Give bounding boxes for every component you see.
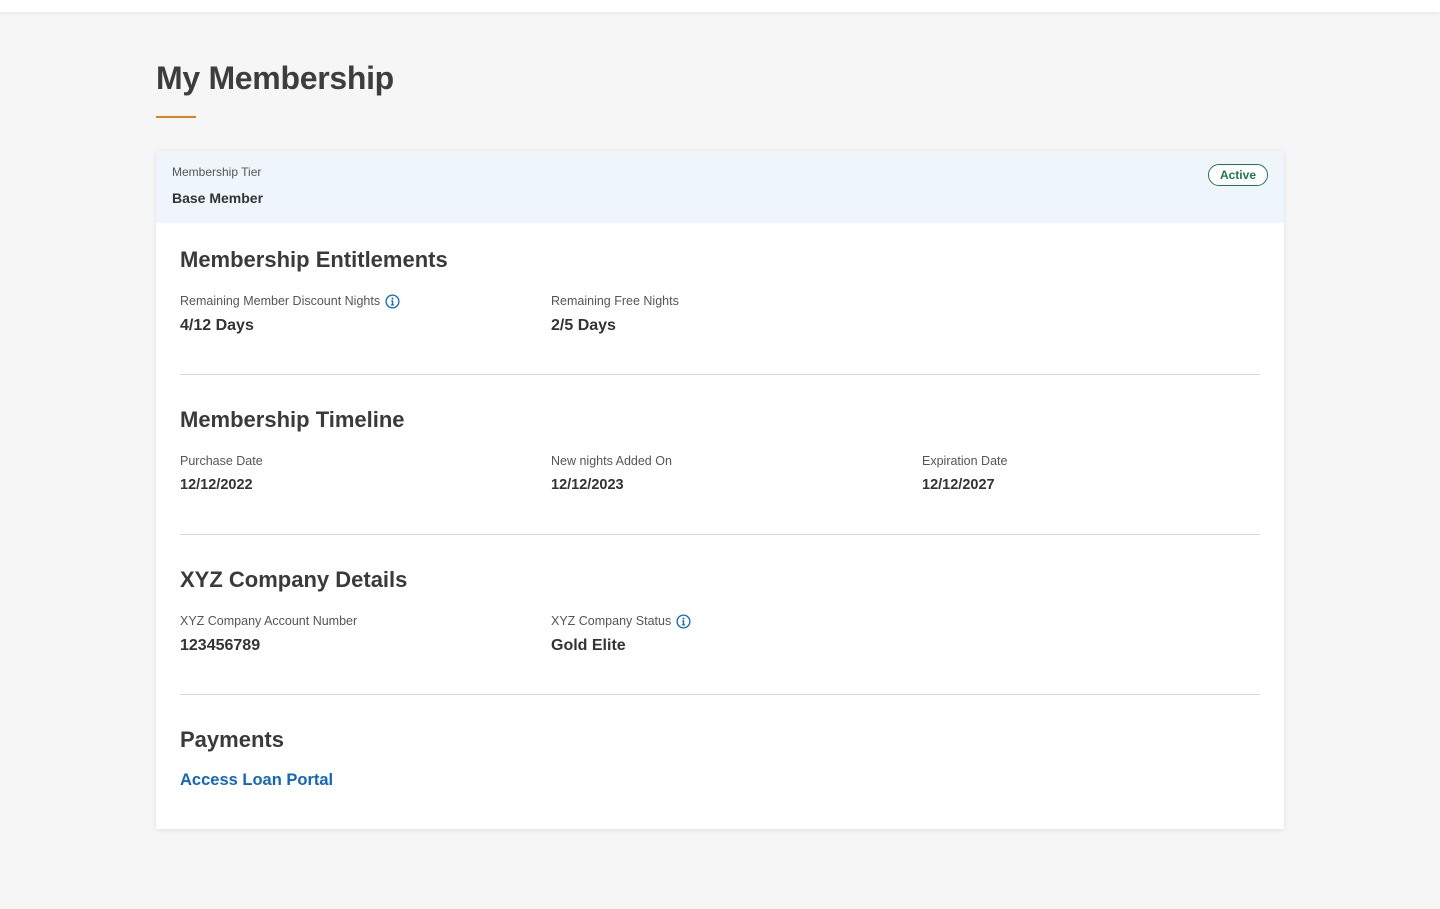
discount-nights-field: Remaining Member Discount Nights 4/12 Da… (180, 292, 400, 335)
page-title: My Membership (156, 60, 394, 96)
company-details-section: XYZ Company Details XYZ Company Account … (180, 567, 1260, 695)
discount-nights-label: Remaining Member Discount Nights (180, 294, 381, 308)
info-circle-icon[interactable] (676, 613, 691, 629)
free-nights-field: Remaining Free Nights 2/5 Days (551, 292, 679, 335)
purchase-date-value: 12/12/2022 (180, 477, 253, 493)
expiration-date-label: Expiration Date (922, 454, 1008, 468)
new-nights-date-label: New nights Added On (551, 454, 672, 468)
timeline-title: Membership Timeline (180, 407, 405, 432)
company-status-field: XYZ Company Status Gold Elite (551, 612, 691, 655)
new-nights-date-value: 12/12/2023 (551, 477, 624, 493)
company-details-title: XYZ Company Details (180, 567, 408, 592)
status-badge: Active (1207, 164, 1268, 186)
company-account-label: XYZ Company Account Number (180, 614, 358, 628)
top-navigation-bar (0, 0, 1440, 12)
company-status-label: XYZ Company Status (551, 614, 672, 628)
payments-title: Payments (180, 727, 284, 752)
purchase-date-label: Purchase Date (180, 454, 263, 468)
free-nights-value: 2/5 Days (551, 317, 616, 334)
purchase-date-field: Purchase Date 12/12/2022 (180, 452, 263, 493)
free-nights-label: Remaining Free Nights (551, 294, 679, 308)
discount-nights-value: 4/12 Days (180, 317, 254, 334)
new-nights-date-field: New nights Added On 12/12/2023 (551, 452, 672, 493)
membership-card: Membership Tier Base Member Active Membe… (156, 151, 1284, 829)
company-status-value: Gold Elite (551, 637, 626, 654)
expiration-date-value: 12/12/2027 (922, 477, 995, 493)
entitlements-section: Membership Entitlements Remaining Member… (180, 247, 1260, 375)
membership-tier-header: Membership Tier Base Member Active (156, 151, 1284, 223)
membership-tier-label: Membership Tier (172, 165, 262, 179)
timeline-section: Membership Timeline Purchase Date 12/12/… (180, 407, 1260, 535)
entitlements-title: Membership Entitlements (180, 247, 448, 272)
membership-tier-value: Base Member (172, 190, 264, 206)
company-account-value: 123456789 (180, 637, 261, 654)
company-account-field: XYZ Company Account Number 123456789 (180, 612, 357, 655)
expiration-date-field: Expiration Date 12/12/2027 (922, 452, 1007, 493)
info-circle-icon[interactable] (385, 293, 400, 309)
payments-section: Payments Access Loan Portal (180, 727, 1260, 807)
access-loan-portal-link[interactable]: Access Loan Portal (180, 771, 333, 790)
title-underline (156, 116, 196, 118)
